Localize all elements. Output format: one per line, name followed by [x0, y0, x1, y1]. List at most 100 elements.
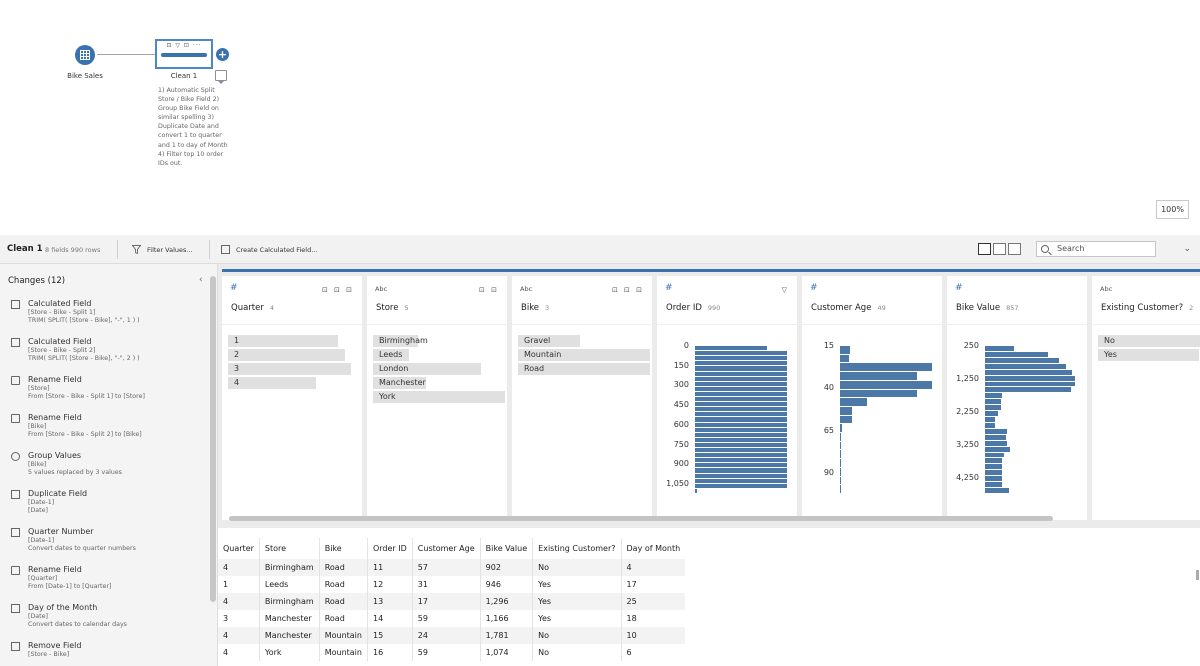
histogram-bar[interactable]: [985, 434, 1006, 440]
histogram-bar[interactable]: [985, 440, 1007, 446]
table-row[interactable]: 4 York Mountain 16 59 1,074 No 6: [218, 644, 685, 661]
histogram-bar[interactable]: [840, 433, 841, 441]
histogram-bar[interactable]: [840, 467, 841, 476]
histogram-bar[interactable]: [695, 488, 697, 493]
histogram-bar[interactable]: [985, 381, 1075, 387]
histogram-bar[interactable]: [985, 369, 1072, 375]
histogram-bar[interactable]: [840, 372, 917, 380]
histogram-bar[interactable]: [695, 473, 787, 478]
histogram-bar[interactable]: [985, 393, 1002, 399]
column-header[interactable]: Day of Month: [621, 538, 685, 559]
field-card[interactable]: # ▽ Order ID 990 0 150 300 450 600 750 900 1,050: [657, 276, 797, 520]
changes-scrollbar[interactable]: [210, 276, 216, 666]
profile-scrollbar[interactable]: [229, 516, 1053, 521]
category-bar[interactable]: No: [1098, 335, 1200, 347]
histogram-bar[interactable]: [840, 363, 932, 372]
histogram-bar[interactable]: [840, 459, 841, 467]
histogram-bar[interactable]: [985, 375, 1075, 381]
histogram-bar[interactable]: [695, 442, 787, 448]
table-row[interactable]: 1 Leeds Road 12 31 946 Yes 17: [218, 576, 685, 593]
histogram-bar[interactable]: [985, 482, 1002, 488]
flow-canvas[interactable]: Bike Sales ⊡ ▽ ⊡ ··· + Clean 1 1) Automa…: [0, 0, 1200, 235]
column-header[interactable]: Customer Age: [412, 538, 481, 559]
category-bar[interactable]: Road: [518, 363, 650, 375]
histogram-bar[interactable]: [695, 437, 787, 442]
category-bar[interactable]: Birmingham: [373, 335, 505, 347]
histogram-bar[interactable]: [840, 380, 932, 389]
histogram-bar[interactable]: [695, 417, 787, 422]
histogram-bar[interactable]: [840, 389, 917, 398]
histogram-bar[interactable]: [695, 448, 787, 453]
histogram-bar[interactable]: [840, 354, 849, 363]
category-bar[interactable]: Leeds: [373, 349, 505, 361]
histogram-bar[interactable]: [840, 450, 841, 459]
change-item[interactable]: Quarter Number [Date-1] Convert dates to q…: [0, 526, 208, 564]
histogram-bar[interactable]: [695, 478, 787, 483]
chevron-down-icon[interactable]: ⌄: [1183, 244, 1191, 254]
clean-step-node[interactable]: ⊡ ▽ ⊡ ···: [155, 39, 213, 69]
histogram-bar[interactable]: [985, 464, 1002, 470]
change-item[interactable]: Calculated Field [Store - Bike - Split 2]…: [0, 336, 208, 374]
change-item[interactable]: Duplicate Field [Date-1] [Date]: [0, 488, 208, 526]
histogram-bar[interactable]: [840, 398, 867, 406]
column-header[interactable]: Bike Value: [480, 538, 534, 559]
category-bar[interactable]: York: [373, 391, 505, 403]
histogram-bar[interactable]: [695, 366, 787, 371]
category-bar[interactable]: Mountain: [518, 349, 650, 361]
category-bar[interactable]: 4: [228, 377, 360, 389]
histogram-bar[interactable]: [695, 397, 787, 402]
category-bar[interactable]: 3: [228, 363, 360, 375]
add-step-button[interactable]: +: [216, 48, 229, 61]
field-card[interactable]: # Customer Age 49 15 40 65 90: [802, 276, 942, 520]
create-calculated-field-button[interactable]: Create Calculated Field...: [221, 245, 317, 254]
category-bar[interactable]: Yes: [1098, 349, 1200, 361]
histogram-bar[interactable]: [985, 452, 1004, 458]
field-card[interactable]: # ⊡ ⊡ ⊡ Quarter 4 1 2 3 4: [222, 276, 362, 520]
filter-values-button[interactable]: Filter Values...: [132, 245, 193, 254]
histogram-bar[interactable]: [985, 476, 1002, 482]
table-row[interactable]: 3 Manchester Road 14 59 1,166 Yes 18: [218, 610, 685, 627]
input-node-icon[interactable]: [75, 45, 95, 65]
histogram-bar[interactable]: [695, 381, 787, 386]
histogram-bar[interactable]: [695, 371, 787, 376]
field-card[interactable]: # Bike Value 857 250 1,250 2,250 3,250 4,250: [947, 276, 1087, 520]
category-bar[interactable]: 1: [228, 335, 360, 347]
histogram-bar[interactable]: [840, 441, 841, 450]
category-bar[interactable]: Manchester: [373, 377, 505, 389]
grid-scrollbar[interactable]: [1196, 570, 1199, 580]
field-card[interactable]: Abc ⊡ ⊡ Store 5 Birmingham Leeds London Manches…: [367, 276, 507, 520]
histogram-bar[interactable]: [695, 391, 787, 397]
histogram-bar[interactable]: [695, 361, 787, 366]
field-action-icons[interactable]: ⊡ ⊡: [479, 286, 499, 294]
list-view-icon[interactable]: [993, 243, 1006, 255]
column-header[interactable]: Store: [259, 538, 320, 559]
histogram-bar[interactable]: [695, 458, 787, 463]
category-bar[interactable]: London: [373, 363, 505, 375]
histogram-bar[interactable]: [985, 351, 1048, 357]
column-header[interactable]: Existing Customer?: [532, 538, 622, 559]
histogram-bar[interactable]: [985, 470, 1002, 476]
change-item[interactable]: Rename Field [Quarter] From [Date-1] to [Q…: [0, 564, 208, 602]
histogram-bar[interactable]: [840, 485, 841, 493]
change-item[interactable]: Day of the Month [Date] Convert dates to c…: [0, 602, 208, 640]
field-action-icons[interactable]: ▽: [782, 286, 789, 294]
histogram-bar[interactable]: [985, 346, 1014, 351]
histogram-bar[interactable]: [985, 405, 1001, 411]
histogram-bar[interactable]: [695, 453, 787, 458]
grid-view-icon[interactable]: [1008, 243, 1021, 255]
histogram-bar[interactable]: [840, 415, 852, 424]
histogram-bar[interactable]: [695, 376, 787, 381]
histogram-bar[interactable]: [695, 346, 767, 351]
histogram-bar[interactable]: [840, 406, 852, 415]
histogram-bar[interactable]: [695, 386, 787, 391]
histogram-bar[interactable]: [985, 357, 1059, 363]
histogram-bar[interactable]: [695, 432, 787, 437]
category-bar[interactable]: Gravel: [518, 335, 650, 347]
table-row[interactable]: 4 Birmingham Road 13 17 1,296 Yes 25: [218, 593, 686, 610]
histogram-bar[interactable]: [985, 488, 1009, 493]
field-action-icons[interactable]: ⊡ ⊡ ⊡: [322, 286, 354, 294]
histogram-bar[interactable]: [695, 356, 787, 361]
column-header[interactable]: Bike: [319, 538, 368, 559]
histogram-bar[interactable]: [840, 476, 841, 485]
column-header[interactable]: Order ID: [367, 538, 413, 559]
